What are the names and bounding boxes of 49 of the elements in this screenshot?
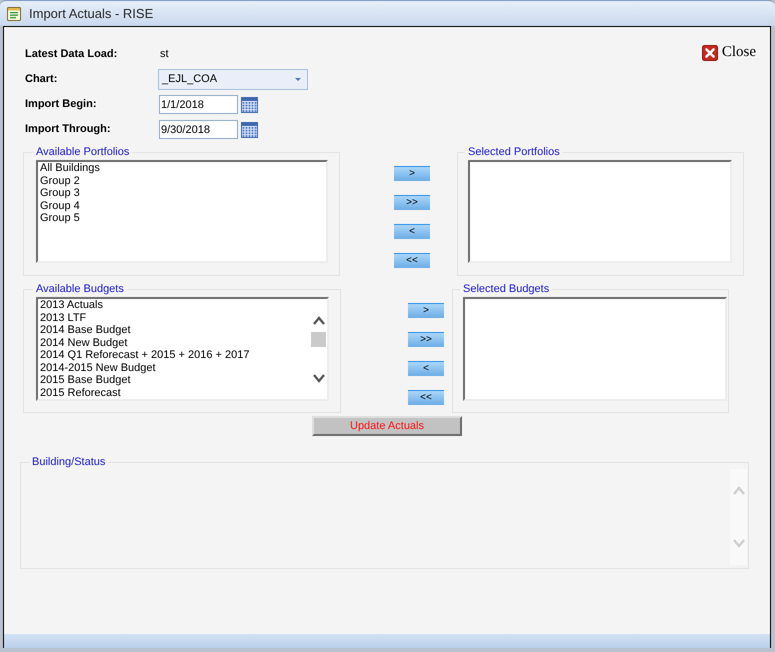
move-button[interactable]: >: [408, 303, 444, 318]
move-button[interactable]: >>: [408, 332, 444, 347]
list-item[interactable]: Group 4: [38, 200, 326, 212]
selected-budgets-list[interactable]: [463, 297, 727, 401]
selected-portfolios-list[interactable]: [468, 160, 732, 263]
list-item[interactable]: 2013 Actuals: [38, 299, 310, 312]
dropdown-value: _EJL_COA: [162, 72, 218, 88]
move-button[interactable]: >: [394, 166, 430, 181]
move-button[interactable]: <<: [394, 253, 430, 268]
group-title: Selected Portfolios: [467, 146, 561, 158]
chart-dropdown[interactable]: _EJL_COA: [158, 69, 308, 90]
close-button[interactable]: Close: [702, 44, 756, 61]
list-item[interactable]: All Buildings: [38, 162, 326, 174]
close-icon: [702, 44, 718, 60]
list-item[interactable]: 2015 Reforecast: [38, 386, 310, 399]
list-item[interactable]: Group 2: [38, 174, 326, 187]
available-portfolios-list[interactable]: All Buildings Group 2 Group 3 Group 4 Group 5: [36, 160, 328, 263]
field-value: st: [159, 47, 169, 62]
available-budgets-list[interactable]: 2013 Actuals 2013 LTF 2014 Base Budget 2014 New Budget 2014 Q1 Reforecast + 2015 + 2016 + 2017 2014-2015 New Budget 2015 Base Budget 2015 Reforecast: [36, 297, 329, 401]
group-title: Building/Status: [31, 456, 106, 468]
move-button[interactable]: >>: [394, 195, 430, 210]
scroll-down-icon[interactable]: [312, 374, 324, 383]
move-button[interactable]: <: [394, 224, 430, 239]
field-label: Latest Data Load:: [25, 47, 118, 62]
list-item[interactable]: Group 5: [38, 212, 326, 224]
scrollbar-thumb[interactable]: [311, 332, 326, 347]
move-button[interactable]: <<: [408, 390, 444, 405]
list-item[interactable]: 2014 Base Budget: [38, 324, 310, 336]
list-item[interactable]: 2015 Base Budget: [38, 374, 310, 386]
calendar-icon[interactable]: [241, 96, 258, 112]
group-title: Available Budgets: [35, 283, 125, 295]
list-item[interactable]: 2014-2015 New Budget: [38, 362, 310, 374]
group-title: Available Portfolios: [35, 146, 130, 158]
list-item[interactable]: 2014 New Budget: [38, 336, 310, 349]
date-input[interactable]: 9/30/2018: [159, 120, 238, 139]
field-label: Chart:: [25, 72, 58, 88]
calendar-icon[interactable]: [241, 122, 258, 138]
list-item[interactable]: Group 3: [38, 187, 326, 200]
notepad-icon: [7, 6, 21, 20]
list-item[interactable]: 2013 LTF: [38, 312, 310, 324]
caret-icon: [295, 78, 301, 81]
window-title: Import Actuals - RISE: [29, 4, 154, 23]
date-input[interactable]: 1/1/2018: [159, 95, 238, 114]
list-item[interactable]: 2014 Q1 Reforecast + 2015 + 2016 + 2017: [38, 349, 310, 362]
group-title: Selected Budgets: [462, 283, 550, 295]
scroll-up-icon[interactable]: [312, 316, 324, 325]
field-label: Import Through:: [25, 122, 112, 138]
field-label: Import Begin:: [25, 97, 98, 112]
move-button[interactable]: <: [408, 361, 444, 376]
